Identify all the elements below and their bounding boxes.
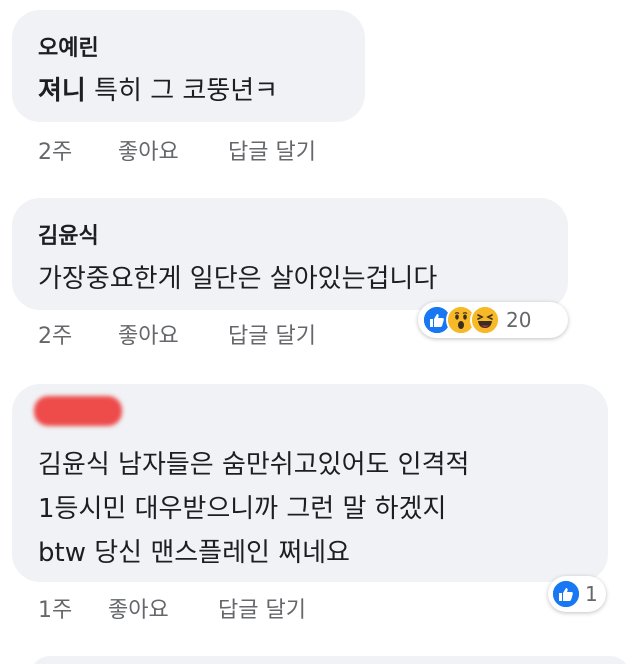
reaction-summary[interactable]: 1 bbox=[548, 576, 606, 612]
comment-text: 져니 특히 그 코뚱년ㅋ bbox=[38, 70, 278, 107]
comment-feed: 오예린 져니 특히 그 코뚱년ㅋ 2주 좋아요 답글 달기 김윤식 가장중요한게… bbox=[0, 0, 640, 664]
reaction-summary[interactable]: 20 bbox=[418, 302, 568, 338]
comment-item: 김윤식 남자들은 숨만쉬고있어도 인격적 1등시민 대우받으니까 그런 말 하겠… bbox=[0, 378, 640, 638]
reaction-count: 1 bbox=[585, 582, 598, 606]
comment-timestamp[interactable]: 2주 bbox=[38, 134, 72, 166]
comment-timestamp[interactable]: 1주 bbox=[38, 592, 72, 624]
comment-item: 김윤식 가장중요한게 일단은 살아있는겁니다 2주 좋아요 답글 달기 20 bbox=[0, 190, 640, 360]
comment-text-line: 특히 그 코뚱년ㅋ bbox=[85, 76, 279, 106]
comment-text-line: 1등시민 대우받으니까 그런 말 하겠지 bbox=[38, 494, 447, 524]
comment-author[interactable]: 김윤식 bbox=[38, 218, 99, 250]
comment-text-line: 김윤식 남자들은 숨만쉬고있어도 인격적 bbox=[38, 450, 470, 480]
haha-icon bbox=[470, 305, 500, 335]
comment-text-line: 가장중요한게 일단은 살아있는겁니다 bbox=[38, 264, 438, 294]
redaction-mark bbox=[34, 396, 122, 426]
comment-text-line: btw 당신 맨스플레인 쩌네요 bbox=[38, 538, 350, 568]
reply-button[interactable]: 답글 달기 bbox=[228, 318, 316, 350]
mention-link[interactable]: 져니 bbox=[38, 76, 86, 106]
like-button[interactable]: 좋아요 bbox=[118, 318, 179, 350]
reply-button[interactable]: 답글 달기 bbox=[218, 592, 306, 624]
comment-author[interactable]: 오예린 bbox=[38, 30, 99, 62]
comment-bubble bbox=[30, 656, 630, 664]
comment-timestamp[interactable]: 2주 bbox=[38, 318, 72, 350]
reply-button[interactable]: 답글 달기 bbox=[228, 134, 316, 166]
like-icon bbox=[551, 579, 581, 609]
like-button[interactable]: 좋아요 bbox=[108, 592, 169, 624]
like-button[interactable]: 좋아요 bbox=[118, 134, 179, 166]
reaction-count: 20 bbox=[506, 308, 532, 332]
comment-item: 오예린 져니 특히 그 코뚱년ㅋ 2주 좋아요 답글 달기 bbox=[0, 0, 640, 170]
